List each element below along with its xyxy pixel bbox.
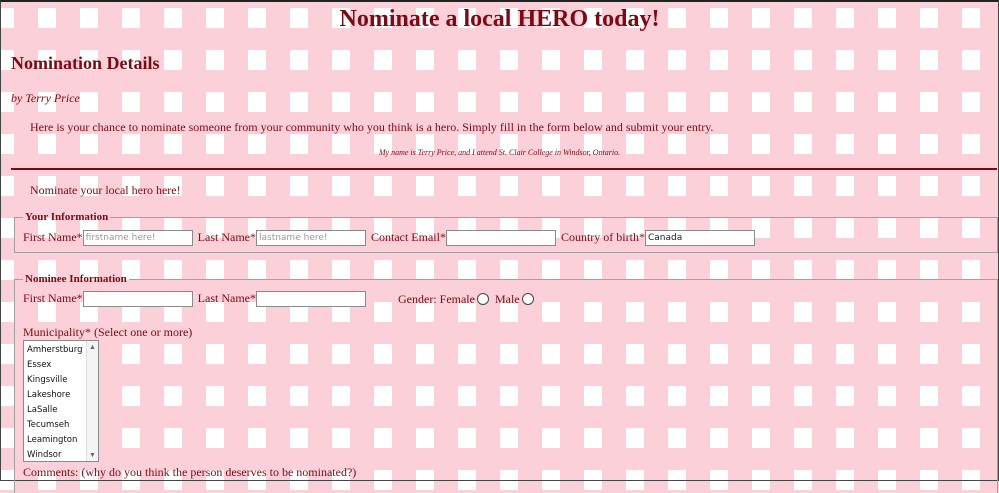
contact-email-input[interactable] [445, 230, 556, 247]
nominee-last-name-label: Last Name* [197, 291, 256, 305]
nominee-last-name-input[interactable] [255, 291, 366, 308]
your-information-row: First Name* Last Name* Contact Email* Co… [23, 230, 755, 247]
male-radio[interactable] [521, 293, 534, 306]
nominee-first-name-label: First Name* [23, 291, 83, 305]
page-title: Nominate a local HERO today! [339, 6, 660, 32]
nominee-first-name-input[interactable] [82, 291, 193, 308]
intro-text: Here is your chance to nominate someone … [30, 120, 714, 134]
your-first-name-label: First Name* [23, 230, 83, 244]
scroll-up-icon[interactable]: ▲ [89, 343, 96, 351]
author-note: My name is Terry Price, and I attend St.… [378, 148, 621, 157]
country-of-birth-input[interactable] [644, 230, 755, 247]
male-label: Male [494, 292, 520, 306]
your-information-legend: Your Information [25, 211, 109, 223]
your-first-name-input[interactable] [82, 230, 193, 247]
section-title: Nomination Details [11, 53, 160, 73]
lead-text: Nominate your local hero here! [30, 183, 181, 197]
your-last-name-input[interactable] [255, 230, 366, 247]
nominee-name-row: First Name* Last Name* [23, 291, 366, 308]
female-radio[interactable] [476, 293, 489, 306]
scroll-down-icon[interactable]: ▼ [89, 451, 96, 459]
contact-email-label: Contact Email* [370, 230, 446, 244]
municipality-label: Municipality* (Select one or more) [23, 325, 193, 339]
divider [11, 168, 997, 170]
comments-label: Comments: (why do you think the person d… [23, 465, 357, 479]
gender-row: Gender: Female Male [398, 292, 537, 307]
listbox-scrollbar[interactable]: ▲ ▼ [86, 341, 98, 461]
byline: by Terry Price [11, 91, 80, 105]
nominee-information-legend: Nominee Information [25, 273, 127, 285]
municipality-listbox[interactable]: Amherstburg Essex Kingsville Lakeshore L… [23, 340, 99, 462]
gender-label: Gender: Female [398, 292, 475, 306]
country-of-birth-label: Country of birth* [560, 230, 645, 244]
your-last-name-label: Last Name* [197, 230, 256, 244]
